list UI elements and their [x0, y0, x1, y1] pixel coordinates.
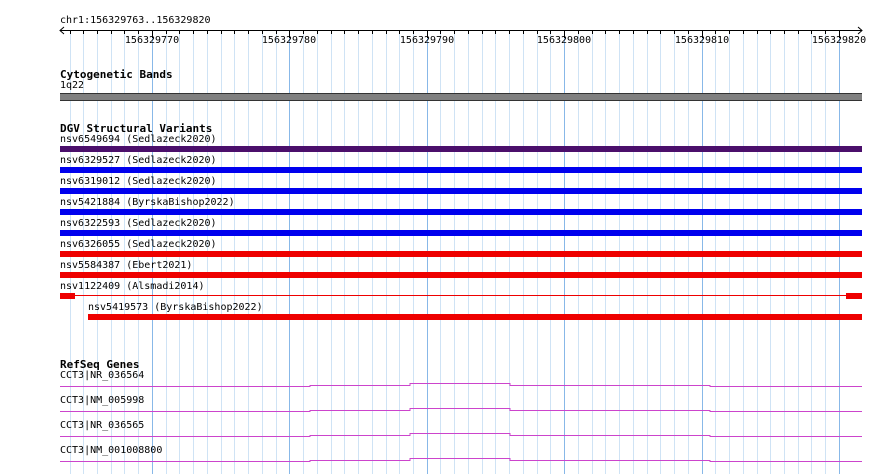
ruler-tick-label: 156329790 [399, 35, 455, 46]
ruler-tick-label: 156329780 [261, 35, 317, 46]
gene-label[interactable]: CCT3|NM_005998 [60, 395, 144, 407]
variant-label[interactable]: nsv6319012 (Sedlazeck2020) [60, 176, 217, 188]
gene-transcript-line[interactable] [60, 458, 862, 462]
variant-bar[interactable] [60, 230, 862, 236]
variant-bar[interactable] [846, 293, 862, 299]
variant-bar[interactable] [60, 293, 75, 299]
variant-label[interactable]: nsv5419573 (ByrskaBishop2022) [88, 302, 263, 314]
variant-bar[interactable] [60, 188, 862, 194]
gene-label[interactable]: CCT3|NR_036564 [60, 370, 144, 382]
variant-label[interactable]: nsv6549694 (Sedlazeck2020) [60, 134, 217, 146]
variant-bar[interactable] [60, 251, 862, 257]
cytoband-bar[interactable] [60, 93, 862, 101]
gene-transcript-line[interactable] [60, 408, 862, 412]
variant-connector [75, 295, 846, 296]
gene-transcript-line[interactable] [60, 383, 862, 387]
variant-label[interactable]: nsv6326055 (Sedlazeck2020) [60, 239, 217, 251]
variant-label[interactable]: nsv6322593 (Sedlazeck2020) [60, 218, 217, 230]
gene-label[interactable]: CCT3|NM_001008800 [60, 445, 162, 457]
variant-bar[interactable] [60, 167, 862, 173]
ruler-tick-label: 156329770 [124, 35, 180, 46]
variant-label[interactable]: nsv5584387 (Ebert2021) [60, 260, 192, 272]
ruler-tick-label: 156329820 [811, 35, 867, 46]
cytoband-label: 1q22 [60, 80, 85, 91]
gene-label[interactable]: CCT3|NR_036565 [60, 420, 144, 432]
region-label: chr1:156329763..156329820 [60, 15, 211, 26]
gene-transcript-line[interactable] [60, 433, 862, 437]
variant-bar[interactable] [88, 314, 862, 320]
variant-label[interactable]: nsv1122409 (Alsmadi2014) [60, 281, 205, 293]
variant-bar[interactable] [60, 272, 862, 278]
ruler-tick-label: 156329800 [536, 35, 592, 46]
variant-bar[interactable] [60, 209, 862, 215]
variant-bar[interactable] [60, 146, 862, 152]
ruler-tick-label: 156329810 [674, 35, 730, 46]
genome-browser: chr1:156329763..156329820 156329770 15632… [0, 0, 890, 474]
variant-label[interactable]: nsv6329527 (Sedlazeck2020) [60, 155, 217, 167]
variant-label[interactable]: nsv5421884 (ByrskaBishop2022) [60, 197, 235, 209]
